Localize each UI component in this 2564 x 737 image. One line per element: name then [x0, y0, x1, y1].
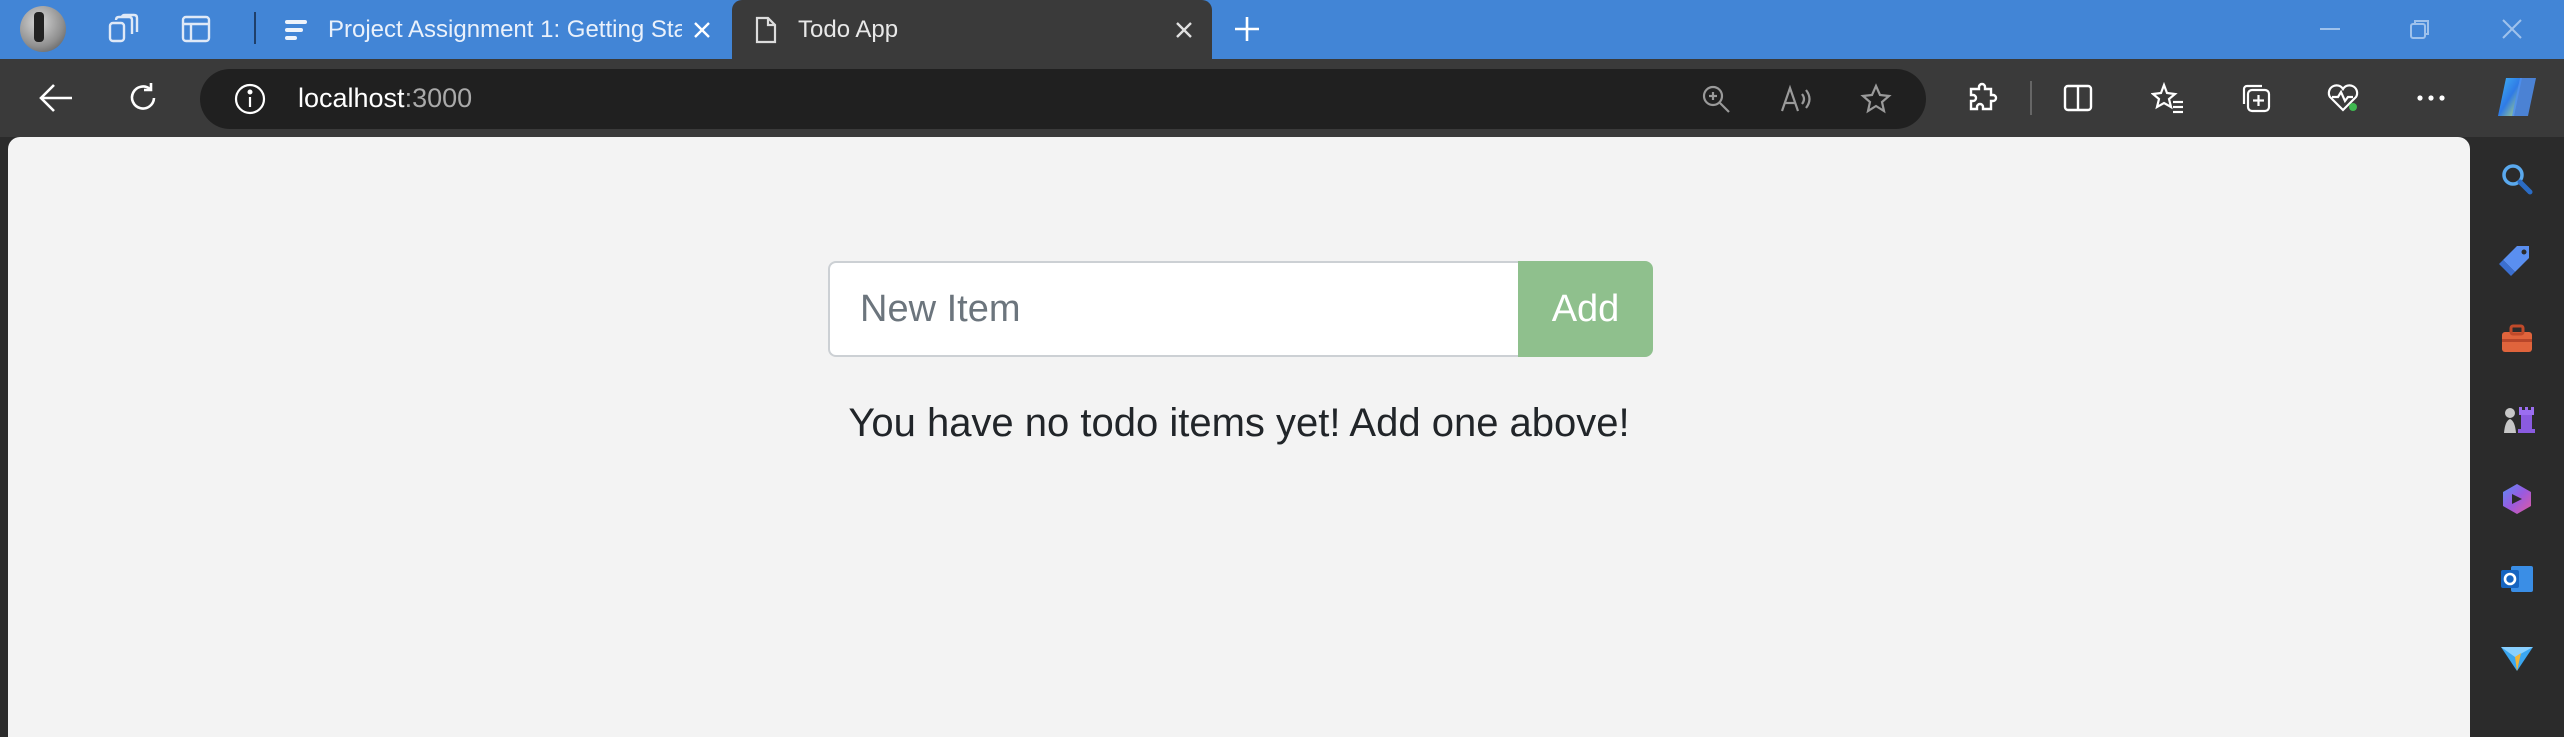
tab-title: Project Assignment 1: Getting Started — [328, 15, 682, 43]
tab-title: Todo App — [798, 15, 899, 43]
split-screen-icon[interactable] — [2055, 75, 2101, 121]
favorites-icon[interactable] — [2145, 75, 2191, 121]
browser-toolbar: localhost:3000 — [0, 59, 2564, 137]
zoom-icon[interactable] — [1694, 77, 1738, 121]
url-text[interactable]: localhost:3000 — [298, 83, 472, 114]
collections-icon[interactable] — [2233, 75, 2279, 121]
close-tab-icon[interactable] — [1164, 10, 1204, 50]
tab-todo-app[interactable]: Todo App — [732, 0, 1212, 59]
workspaces-icon[interactable] — [100, 6, 146, 52]
tab-separator — [254, 12, 256, 44]
microsoft-365-icon[interactable] — [2493, 475, 2541, 523]
add-item-form: Add — [828, 261, 1662, 357]
browser-essentials-icon[interactable] — [2320, 75, 2366, 121]
document-lines-icon — [276, 10, 316, 50]
close-window-button[interactable] — [2482, 6, 2542, 52]
site-info-icon[interactable] — [230, 79, 270, 119]
edge-sidebar — [2470, 137, 2564, 723]
restore-button[interactable] — [2390, 6, 2450, 52]
title-bar: Project Assignment 1: Getting Started To… — [0, 0, 2564, 59]
tools-icon[interactable] — [2493, 315, 2541, 363]
url-host: localhost — [298, 83, 405, 113]
address-bar[interactable]: localhost:3000 — [200, 69, 1926, 129]
games-icon[interactable] — [2493, 395, 2541, 443]
new-item-input[interactable] — [828, 261, 1518, 357]
page-icon — [746, 10, 786, 50]
add-button[interactable]: Add — [1518, 261, 1653, 357]
back-button[interactable] — [33, 75, 79, 121]
close-tab-icon[interactable] — [682, 10, 722, 50]
extensions-icon[interactable] — [1960, 75, 2006, 121]
empty-list-message: You have no todo items yet! Add one abov… — [848, 401, 1630, 445]
search-icon[interactable] — [2493, 155, 2541, 203]
page-content: Add You have no todo items yet! Add one … — [8, 137, 2470, 737]
favorite-star-icon[interactable] — [1854, 77, 1898, 121]
shopping-tag-icon[interactable] — [2493, 235, 2541, 283]
read-aloud-icon[interactable] — [1774, 77, 1818, 121]
new-tab-button[interactable] — [1226, 8, 1268, 50]
more-options-icon[interactable] — [2408, 75, 2454, 121]
tab-project-assignment[interactable]: Project Assignment 1: Getting Started — [262, 0, 730, 59]
tab-actions-icon[interactable] — [173, 6, 219, 52]
toolbar-separator — [2030, 81, 2032, 115]
refresh-button[interactable] — [120, 75, 166, 121]
outlook-icon[interactable] — [2493, 555, 2541, 603]
url-port: :3000 — [404, 83, 473, 113]
send-icon[interactable] — [2493, 635, 2541, 683]
minimize-button[interactable] — [2300, 6, 2360, 52]
copilot-icon[interactable] — [2490, 70, 2544, 124]
profile-avatar[interactable] — [20, 6, 66, 52]
